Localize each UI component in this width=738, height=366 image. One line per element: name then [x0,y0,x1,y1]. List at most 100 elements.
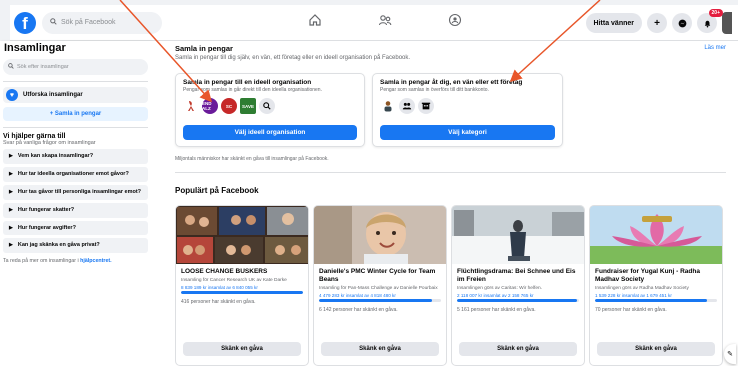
fundraiser-title: LOOSE CHANGE BUSKERS [181,268,268,275]
help-center-text: Ta reda på mer om insamlingar i [3,258,81,265]
sidebar-divider [3,127,148,128]
faq-item[interactable]: ▶ Hur fungerar skatter? [3,202,148,218]
faq-question: Kan jag skänka en gåva privat? [17,242,100,249]
fundraiser-progress-bar [457,298,579,302]
charity-logo[interactable]: SC [221,98,237,114]
groups-icon[interactable] [446,11,464,29]
fundraiser-search-placeholder: Sök efter insamlingar [17,64,69,70]
main-content: Samla in pengar Samla in pengar till dig… [151,41,738,366]
faq-question: Hur tas gåvor till personliga insamlinga… [17,188,142,195]
fundraiser-donor-count: 6 142 personer har skänkt en gåva. [319,306,398,313]
messenger-icon[interactable] [672,13,692,33]
fundraiser-amount-raised: 4 479 283 kr insamlat av 4 818 480 kr [319,292,396,298]
fundraiser-heart-icon: ♥ [6,89,18,101]
sidebar-item-label: Utforska insamlingar [23,92,83,98]
fundraiser-progress-bar [319,298,441,302]
fundraiser-progress-fill [457,298,577,302]
fundraiser-card[interactable]: Flüchtlingsdrama: Bei Schnee und Eis im … [451,205,585,366]
personal-fundraiser-card: Samla in pengar åt dig, en vän eller ett… [372,73,563,147]
fundraiser-organizer: Insamling för Cancer Research UK av Kate… [181,277,287,283]
millions-donated-note: Miljontals människor har skänkt en gåva … [175,156,329,162]
fundraiser-amount-raised: 2 118 007 kr insamlat av 2 158 765 kr [457,292,534,298]
business-icon[interactable] [418,98,434,114]
find-friends-button[interactable]: Hitta vänner [585,13,642,33]
expand-triangle-icon: ▶ [9,188,13,195]
fundraiser-progress-fill [595,298,708,302]
friends-icon[interactable] [399,98,415,114]
fundraiser-organizer: Insamlingen görs av Radha Madhav Society [595,285,689,291]
popular-on-facebook-title: Populärt på Facebook [175,186,259,195]
faq-item[interactable]: ▶ Hur tas gåvor till personliga insamling… [3,184,148,200]
fundraiser-amount-raised: 1 539 228 kr insamlat av 1 679 451 kr [595,292,672,298]
help-section-title: Vi hjälper gärna till [3,133,66,140]
new-message-icon[interactable]: ✎ [724,344,736,364]
donate-button[interactable]: Skänk en gåva [597,342,715,356]
donate-button[interactable]: Skänk en gåva [183,342,301,356]
fundraiser-card[interactable]: Fundraiser for Yugal Kunj - Radha Madhav… [589,205,723,366]
fundraiser-progress-bar [595,298,717,302]
expand-triangle-icon: ▶ [9,153,13,159]
nonprofit-card-title: Samla in pengar till en ideell organisat… [183,79,312,86]
home-icon[interactable] [306,11,324,29]
personal-card-description: Pengar som samlas in överförs till ditt … [380,87,489,93]
read-more-link[interactable]: Läs mer [704,45,726,51]
fundraiser-organizer: Insamling för Pan-Mass Challenge av Dani… [319,285,438,291]
help-center-link[interactable]: hjälpcentret. [80,258,112,264]
faq-item[interactable]: ▶ Vem kan skapa insamlingar? [3,149,148,164]
raise-money-subtitle: Samla in pengar till dig själv, en vän, … [175,55,411,61]
save-logo[interactable]: SAVE [240,98,256,114]
fundraiser-photo-snow [452,206,584,264]
donate-button[interactable]: Skänk en gåva [459,342,577,356]
fundraiser-card[interactable]: Danielle's PMC Winter Cycle for Team Bea… [313,205,447,366]
facebook-search-input[interactable]: Sök på Facebook [42,11,162,34]
sidebar-item-explore[interactable]: ♥ Utforska insamlingar [3,87,148,103]
expand-triangle-icon: ▶ [9,224,13,231]
search-icon[interactable] [259,98,275,114]
help-center-footer: Ta reda på mer om insamlingar i hjälpcen… [3,258,148,264]
nonprofit-logos: END ALZ SC SAVE [183,97,357,115]
fundraiser-title: Flüchtlingsdrama: Bei Schnee und Eis im … [457,268,576,283]
fundraiser-progress-fill [181,290,303,294]
notifications-bell-icon[interactable]: 20+ [697,9,723,33]
expand-triangle-icon: ▶ [9,170,13,177]
create-fundraiser-button[interactable]: + Samla in pengar [3,107,148,121]
personal-card-title: Samla in pengar åt dig, en vän eller ett… [380,79,523,86]
choose-nonprofit-button[interactable]: Välj ideell organisation [183,125,357,140]
person-icon[interactable] [380,98,396,114]
fundraiser-card[interactable]: LOOSE CHANGE BUSKERS Insamling för Cance… [175,205,309,366]
donate-button[interactable]: Skänk en gåva [321,342,439,356]
create-plus-icon[interactable]: + [647,13,667,33]
fundraiser-search-input[interactable]: Sök efter insamlingar [3,59,148,75]
ribbon-icon[interactable] [183,98,199,114]
raise-money-title: Samla in pengar [175,44,233,53]
fundraiser-photo-child [314,206,446,264]
nonprofit-fundraiser-card: Samla in pengar till en ideell organisat… [175,73,365,147]
left-sidebar: Insamlingar Sök efter insamlingar ♥ Utfo… [0,41,151,366]
faq-item[interactable]: ▶ Hur fungerar avgifter? [3,220,148,236]
notification-count-badge: 20+ [708,9,723,17]
fundraiser-progress-bar [181,290,303,294]
fundraiser-donor-count: 70 personer har skänkt en gåva. [595,306,667,313]
faq-question: Vem kan skapa insamlingar? [17,153,94,159]
fundraiser-title: Danielle's PMC Winter Cycle for Team Bea… [319,268,436,283]
profile-avatar[interactable] [722,12,732,34]
alzheimers-logo[interactable]: END ALZ [202,98,218,114]
faq-item[interactable]: ▶ Kan jag skänka en gåva privat? [3,238,148,254]
fundraiser-title: Fundraiser for Yugal Kunj - Radha Madhav… [595,268,700,283]
sidebar-divider [3,81,148,82]
search-icon [50,18,57,27]
sidebar-title: Insamlingar [4,42,66,54]
choose-category-button[interactable]: Välj kategori [380,125,555,140]
expand-triangle-icon: ▶ [9,206,13,213]
category-icons [380,97,555,115]
facebook-logo[interactable]: f [14,11,36,34]
faq-question: Hur fungerar skatter? [17,206,75,213]
friends-icon[interactable] [376,11,394,29]
fundraiser-photo-lotus [590,206,722,264]
fundraiser-progress-fill [319,298,433,302]
faq-item[interactable]: ▶ Hur tar ideella organisationer emot gåv… [3,166,148,182]
help-section-subtitle: Svar på vanliga frågor om insamlingar [3,140,96,146]
faq-question: Hur fungerar avgifter? [17,224,76,231]
faq-question: Hur tar ideella organisationer emot gåvo… [17,170,129,177]
fundraiser-photo-collage [176,206,308,264]
